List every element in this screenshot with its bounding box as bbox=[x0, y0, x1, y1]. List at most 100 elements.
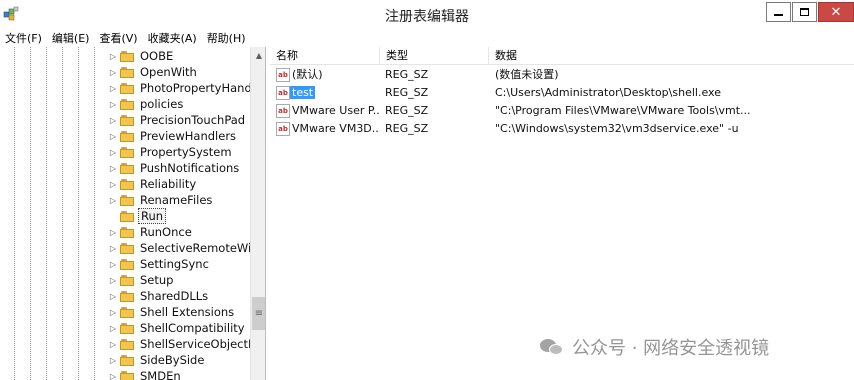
tree-item-label: PushNotifications bbox=[140, 161, 240, 175]
tree-item-label: OOBE bbox=[140, 49, 174, 63]
tree-item-label: OpenWith bbox=[140, 65, 197, 79]
tree-item-label: Run bbox=[138, 208, 167, 224]
watermark-text: 公众号 · 网络安全透视镜 bbox=[572, 338, 770, 359]
tree-item-label: PreviewHandlers bbox=[140, 129, 237, 143]
tree-item-label: SharedDLLs bbox=[140, 289, 209, 303]
tree-item-label: Shell Extensions bbox=[140, 305, 235, 319]
value-type: REG_SZ bbox=[385, 68, 429, 81]
tree-item[interactable]: ▷ SMDEn bbox=[108, 368, 183, 380]
registry-values-list[interactable]: 名称 类型 数据 ab (默认) REG_SZ (数值未设置) ab test REG_SZ… bbox=[270, 47, 854, 380]
folder-icon bbox=[120, 66, 134, 78]
value-row[interactable]: ab VMware User P... REG_SZ "C:\Program File… bbox=[270, 102, 854, 120]
tree-item[interactable]: ▷ PropertySystem bbox=[108, 144, 234, 160]
tree-item[interactable]: ▷ SelectiveRemoteWip bbox=[108, 240, 261, 256]
tree-item-label: PrecisionTouchPad bbox=[140, 113, 246, 127]
expand-arrow-icon[interactable]: ▷ bbox=[108, 52, 118, 61]
menu-help[interactable]: 帮助(H) bbox=[202, 30, 251, 46]
folder-icon bbox=[120, 130, 134, 142]
folder-icon bbox=[120, 50, 134, 62]
expand-arrow-icon[interactable]: ▷ bbox=[108, 244, 118, 253]
close-button[interactable]: ✕ bbox=[818, 2, 854, 22]
tree-item-label: Setup bbox=[140, 273, 174, 287]
minimize-icon bbox=[774, 14, 783, 16]
column-header-data[interactable]: 数据 bbox=[489, 47, 854, 65]
wechat-icon bbox=[540, 337, 564, 357]
tree-item[interactable]: ▷ PushNotifications bbox=[108, 160, 241, 176]
string-value-icon: ab bbox=[276, 104, 290, 118]
minimize-button[interactable] bbox=[766, 2, 791, 22]
tree-item[interactable]: ▷ Reliability bbox=[108, 176, 198, 192]
expand-arrow-icon[interactable]: ▷ bbox=[108, 292, 118, 301]
tree-item[interactable]: ▷ policies bbox=[108, 96, 185, 112]
expand-arrow-icon[interactable]: ▷ bbox=[108, 148, 118, 157]
tree-item[interactable]: Run bbox=[108, 208, 167, 224]
tree-item[interactable]: ▷ OOBE bbox=[108, 48, 175, 64]
close-icon: ✕ bbox=[830, 4, 842, 20]
expand-arrow-icon[interactable]: ▷ bbox=[108, 180, 118, 189]
tree-item[interactable]: ▷ RenameFiles bbox=[108, 192, 214, 208]
title-bar: 注册表编辑器 ✕ bbox=[0, 0, 854, 30]
folder-icon bbox=[120, 274, 134, 286]
expand-arrow-icon[interactable]: ▷ bbox=[108, 308, 118, 317]
expand-arrow-icon[interactable]: ▷ bbox=[108, 276, 118, 285]
expand-arrow-icon[interactable]: ▷ bbox=[108, 68, 118, 77]
expand-arrow-icon[interactable]: ▷ bbox=[108, 116, 118, 125]
value-row[interactable]: ab test REG_SZ C:\Users\Administrator\Deskt… bbox=[270, 84, 854, 102]
folder-icon bbox=[120, 322, 134, 334]
expand-arrow-icon[interactable]: ▷ bbox=[108, 228, 118, 237]
value-row[interactable]: ab (默认) REG_SZ (数值未设置) bbox=[270, 66, 854, 84]
list-header: 名称 类型 数据 bbox=[270, 47, 854, 65]
registry-key-tree[interactable]: ▷ OOBE ▷ OpenWith ▷ PhotoPropertyHandl ▷ polici… bbox=[0, 47, 266, 380]
tree-item[interactable]: ▷ PrecisionTouchPad bbox=[108, 112, 247, 128]
scrollbar-thumb[interactable]: ≡ bbox=[252, 297, 265, 330]
expand-arrow-icon[interactable]: ▷ bbox=[108, 356, 118, 365]
tree-item[interactable]: ▷ SharedDLLs bbox=[108, 288, 210, 304]
value-row[interactable]: ab VMware VM3D... REG_SZ "C:\Windows\system… bbox=[270, 120, 854, 138]
tree-item[interactable]: ▷ PhotoPropertyHandl bbox=[108, 80, 257, 96]
column-header-name[interactable]: 名称 bbox=[270, 47, 380, 65]
tree-item[interactable]: ▷ Setup bbox=[108, 272, 175, 288]
expand-arrow-icon[interactable]: ▷ bbox=[108, 164, 118, 173]
folder-icon bbox=[120, 178, 134, 190]
tree-scrollbar[interactable]: ▲ ≡ bbox=[250, 47, 265, 380]
tree-guide-line bbox=[46, 47, 47, 380]
tree-item[interactable]: ▷ SettingSync bbox=[108, 256, 211, 272]
tree-item[interactable]: ▷ Shell Extensions bbox=[108, 304, 236, 320]
tree-item[interactable]: ▷ PreviewHandlers bbox=[108, 128, 238, 144]
tree-item[interactable]: ▷ RunOnce bbox=[108, 224, 194, 240]
tree-item-label: policies bbox=[140, 97, 184, 111]
folder-icon bbox=[120, 338, 134, 350]
expand-arrow-icon[interactable]: ▷ bbox=[108, 260, 118, 269]
menu-edit[interactable]: 编辑(E) bbox=[47, 30, 95, 46]
folder-icon bbox=[120, 354, 134, 366]
folder-icon bbox=[120, 114, 134, 126]
window-title: 注册表编辑器 bbox=[385, 9, 469, 25]
expand-arrow-icon[interactable]: ▷ bbox=[108, 196, 118, 205]
folder-icon bbox=[120, 226, 134, 238]
menu-view[interactable]: 查看(V) bbox=[94, 30, 142, 46]
folder-icon bbox=[120, 162, 134, 174]
value-name: test bbox=[290, 86, 316, 99]
tree-item-label: SelectiveRemoteWip bbox=[140, 241, 259, 255]
menu-favorites[interactable]: 收藏夹(A) bbox=[143, 30, 202, 46]
expand-arrow-icon[interactable]: ▷ bbox=[108, 132, 118, 141]
expand-arrow-icon[interactable]: ▷ bbox=[108, 84, 118, 93]
watermark: 公众号 · 网络安全透视镜 bbox=[540, 334, 769, 360]
expand-arrow-icon[interactable]: ▷ bbox=[108, 340, 118, 349]
folder-icon bbox=[120, 146, 134, 158]
column-header-type[interactable]: 类型 bbox=[380, 47, 489, 65]
expand-arrow-icon[interactable]: ▷ bbox=[108, 100, 118, 109]
expand-arrow-icon[interactable]: ▷ bbox=[108, 372, 118, 380]
tree-guide-line bbox=[62, 47, 63, 380]
maximize-button[interactable] bbox=[792, 2, 817, 22]
scroll-up-arrow-icon[interactable]: ▲ bbox=[251, 47, 265, 63]
tree-item-label: RenameFiles bbox=[140, 193, 213, 207]
expand-arrow-icon[interactable]: ▷ bbox=[108, 324, 118, 333]
tree-item[interactable]: ▷ ShellServiceObjectDe bbox=[108, 336, 265, 352]
tree-item[interactable]: ▷ ShellCompatibility bbox=[108, 320, 247, 336]
tree-item[interactable]: ▷ SideBySide bbox=[108, 352, 206, 368]
folder-icon bbox=[120, 210, 134, 222]
menu-file[interactable]: 文件(F) bbox=[0, 30, 47, 46]
tree-item[interactable]: ▷ OpenWith bbox=[108, 64, 199, 80]
tree-guide-line bbox=[78, 47, 79, 380]
